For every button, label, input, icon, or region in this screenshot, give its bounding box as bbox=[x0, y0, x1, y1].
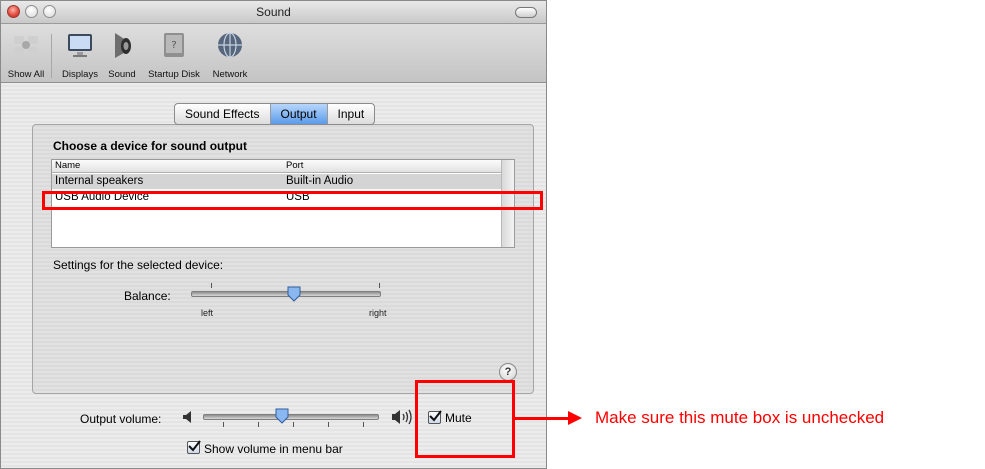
toolbar-label-sound: Sound bbox=[108, 69, 136, 80]
output-volume-slider[interactable] bbox=[203, 414, 379, 420]
toolbar-label-startup-disk: Startup Disk bbox=[148, 69, 200, 80]
balance-label: Balance: bbox=[124, 289, 171, 303]
toolbar-item-displays[interactable]: Displays bbox=[56, 30, 104, 80]
title-bar[interactable]: Sound bbox=[1, 1, 546, 24]
settings-label: Settings for the selected device: bbox=[53, 258, 224, 272]
annotation-arrow-line bbox=[515, 417, 571, 420]
output-volume-slider-thumb[interactable] bbox=[275, 408, 289, 424]
device-port: Built-in Audio bbox=[286, 175, 354, 187]
toolbar-toggle-button[interactable] bbox=[515, 7, 537, 18]
annotation-text: Make sure this mute box is unchecked bbox=[595, 408, 885, 427]
toolbar-item-startup-disk[interactable]: ? Startup Disk bbox=[140, 30, 208, 80]
toolbar-separator bbox=[51, 34, 52, 78]
volume-tick bbox=[258, 422, 259, 427]
volume-tick bbox=[293, 422, 294, 427]
output-group-box: Choose a device for sound output Name Po… bbox=[32, 124, 534, 394]
balance-left-label: left bbox=[201, 308, 214, 318]
volume-tick bbox=[223, 422, 224, 427]
table-row[interactable]: Internal speakers Built-in Audio bbox=[52, 174, 501, 189]
highlight-box-mute bbox=[415, 380, 515, 458]
table-header: Name Port bbox=[52, 160, 501, 173]
display-icon bbox=[68, 34, 92, 57]
balance-tick-right bbox=[379, 283, 380, 288]
preferences-toolbar: Show All Displays Sound ? Startup Disk N… bbox=[1, 24, 546, 83]
speaker-icon bbox=[115, 33, 131, 58]
toolbar-item-network[interactable]: Network bbox=[206, 30, 254, 80]
tab-bar: Sound Effects Output Input bbox=[174, 103, 376, 125]
help-button[interactable]: ? bbox=[499, 363, 517, 381]
tab-input[interactable]: Input bbox=[328, 104, 375, 124]
balance-tick-left bbox=[211, 283, 212, 288]
toolbar-label-displays: Displays bbox=[62, 69, 98, 80]
network-globe-icon bbox=[218, 32, 242, 58]
toolbar-label-show-all: Show All bbox=[7, 69, 45, 80]
column-header-name[interactable]: Name bbox=[55, 160, 80, 171]
volume-tick bbox=[363, 422, 364, 427]
balance-right-label: right bbox=[369, 308, 387, 318]
window-title: Sound bbox=[256, 5, 291, 19]
show-volume-menu-bar-label: Show volume in menu bar bbox=[204, 442, 343, 456]
toolbar-item-show-all[interactable]: Show All bbox=[7, 30, 45, 80]
column-header-port[interactable]: Port bbox=[286, 160, 303, 171]
arrow-head-icon bbox=[568, 411, 582, 425]
tab-output[interactable]: Output bbox=[270, 104, 328, 124]
highlight-box-usb-device bbox=[42, 191, 543, 210]
show-all-icon bbox=[14, 36, 38, 55]
svg-text:?: ? bbox=[171, 40, 176, 51]
volume-high-icon bbox=[392, 409, 412, 425]
balance-slider-thumb[interactable] bbox=[287, 286, 301, 302]
toolbar-item-sound[interactable]: Sound bbox=[104, 30, 140, 80]
volume-tick bbox=[328, 422, 329, 427]
show-volume-menu-bar-checkbox[interactable] bbox=[187, 440, 201, 454]
balance-slider[interactable] bbox=[191, 291, 381, 297]
checkmark-icon bbox=[188, 440, 201, 452]
disk-icon: ? bbox=[164, 33, 184, 57]
device-name: Internal speakers bbox=[55, 175, 144, 187]
tab-sound-effects[interactable]: Sound Effects bbox=[175, 104, 271, 124]
toolbar-label-network: Network bbox=[212, 69, 248, 80]
volume-low-icon bbox=[183, 411, 191, 423]
output-volume-label: Output volume: bbox=[80, 412, 162, 426]
section-heading: Choose a device for sound output bbox=[53, 139, 248, 153]
